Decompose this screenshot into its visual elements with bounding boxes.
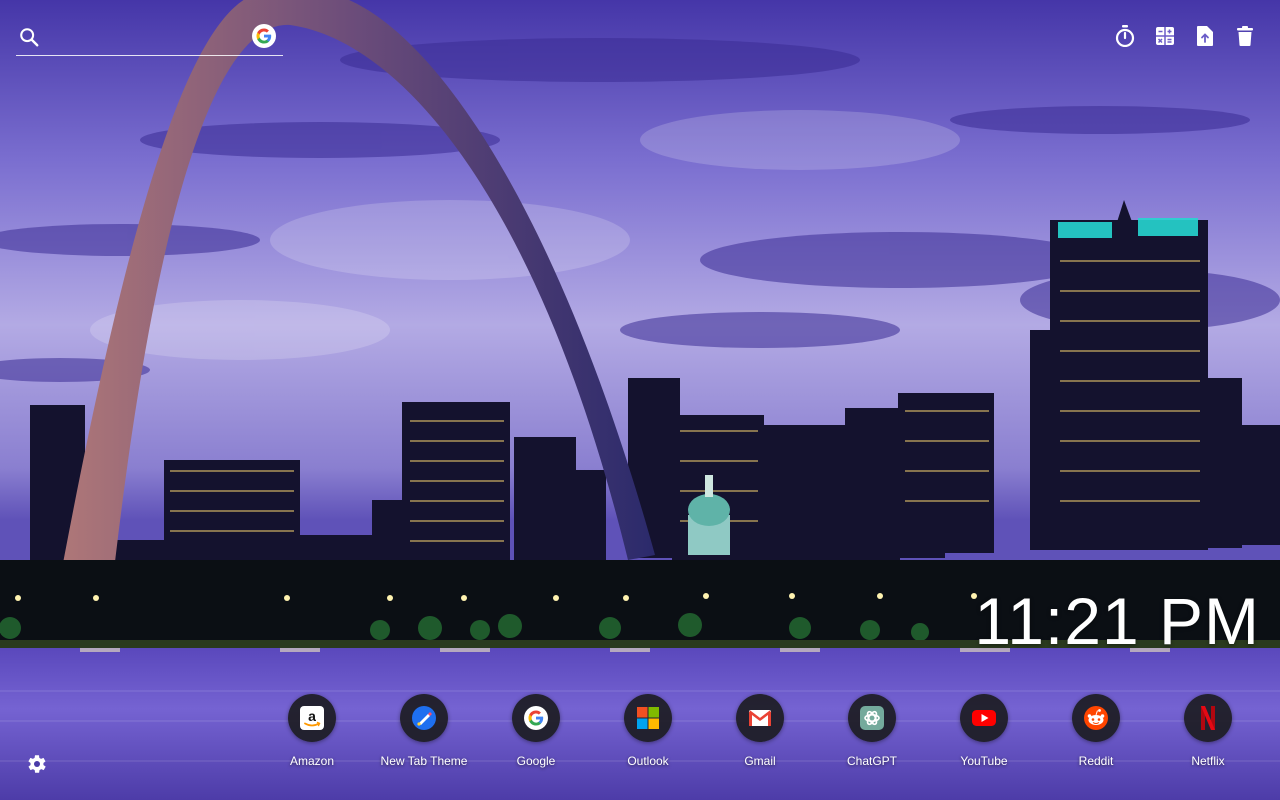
reddit-icon xyxy=(1084,706,1108,730)
search-input[interactable] xyxy=(48,24,248,52)
search-icon[interactable] xyxy=(18,26,40,48)
shortcut-new-tab-theme[interactable]: New Tab Theme xyxy=(368,694,480,768)
new-tab-theme-icon xyxy=(412,706,436,730)
wallpaper-background xyxy=(0,0,1280,800)
clock-time: 11:21 PM xyxy=(974,584,1260,658)
shortcut-tile[interactable] xyxy=(624,694,672,742)
google-icon xyxy=(524,706,548,730)
shortcut-netflix[interactable]: Netflix xyxy=(1152,694,1264,768)
shortcut-tile[interactable] xyxy=(848,694,896,742)
shortcut-label: Outlook xyxy=(627,754,669,768)
gmail-icon xyxy=(748,710,772,726)
shortcut-label: ChatGPT xyxy=(846,754,897,768)
gear-icon[interactable] xyxy=(24,752,48,776)
calculator-icon[interactable] xyxy=(1154,24,1176,48)
shortcut-label: Netflix xyxy=(1191,754,1225,768)
google-g-icon[interactable] xyxy=(252,24,276,48)
shortcuts-dock: a Amazon New Tab Theme Google Outlook Gm… xyxy=(256,694,1264,768)
chatgpt-icon xyxy=(860,706,884,730)
svg-text:a: a xyxy=(308,708,316,724)
shortcut-label: YouTube xyxy=(960,754,1008,768)
shortcut-tile[interactable] xyxy=(512,694,560,742)
amazon-icon: a xyxy=(300,706,324,730)
shortcut-outlook[interactable]: Outlook xyxy=(592,694,704,768)
youtube-icon xyxy=(972,710,996,726)
shortcut-label: Gmail xyxy=(744,754,776,768)
shortcut-tile[interactable] xyxy=(400,694,448,742)
outlook-icon xyxy=(637,707,659,729)
shortcut-label: Amazon xyxy=(289,754,335,768)
shortcut-google[interactable]: Google xyxy=(480,694,592,768)
shortcut-label: Reddit xyxy=(1078,754,1114,768)
shortcut-tile[interactable]: a xyxy=(288,694,336,742)
shortcut-gmail[interactable]: Gmail xyxy=(704,694,816,768)
shortcut-tile[interactable] xyxy=(736,694,784,742)
search-bar xyxy=(16,22,283,56)
shortcut-amazon[interactable]: a Amazon xyxy=(256,694,368,768)
shortcut-label: New Tab Theme xyxy=(380,754,468,768)
timer-icon[interactable] xyxy=(1114,24,1136,48)
shortcut-tile[interactable] xyxy=(1072,694,1120,742)
shortcut-reddit[interactable]: Reddit xyxy=(1040,694,1152,768)
shortcut-tile[interactable] xyxy=(960,694,1008,742)
top-toolbar xyxy=(1114,24,1256,48)
shortcut-tile[interactable] xyxy=(1184,694,1232,742)
netflix-icon xyxy=(1201,706,1215,730)
shortcut-chatgpt[interactable]: ChatGPT xyxy=(816,694,928,768)
shortcut-youtube[interactable]: YouTube xyxy=(928,694,1040,768)
file-upload-icon[interactable] xyxy=(1194,24,1216,48)
trash-icon[interactable] xyxy=(1234,24,1256,48)
shortcut-label: Google xyxy=(516,754,556,768)
